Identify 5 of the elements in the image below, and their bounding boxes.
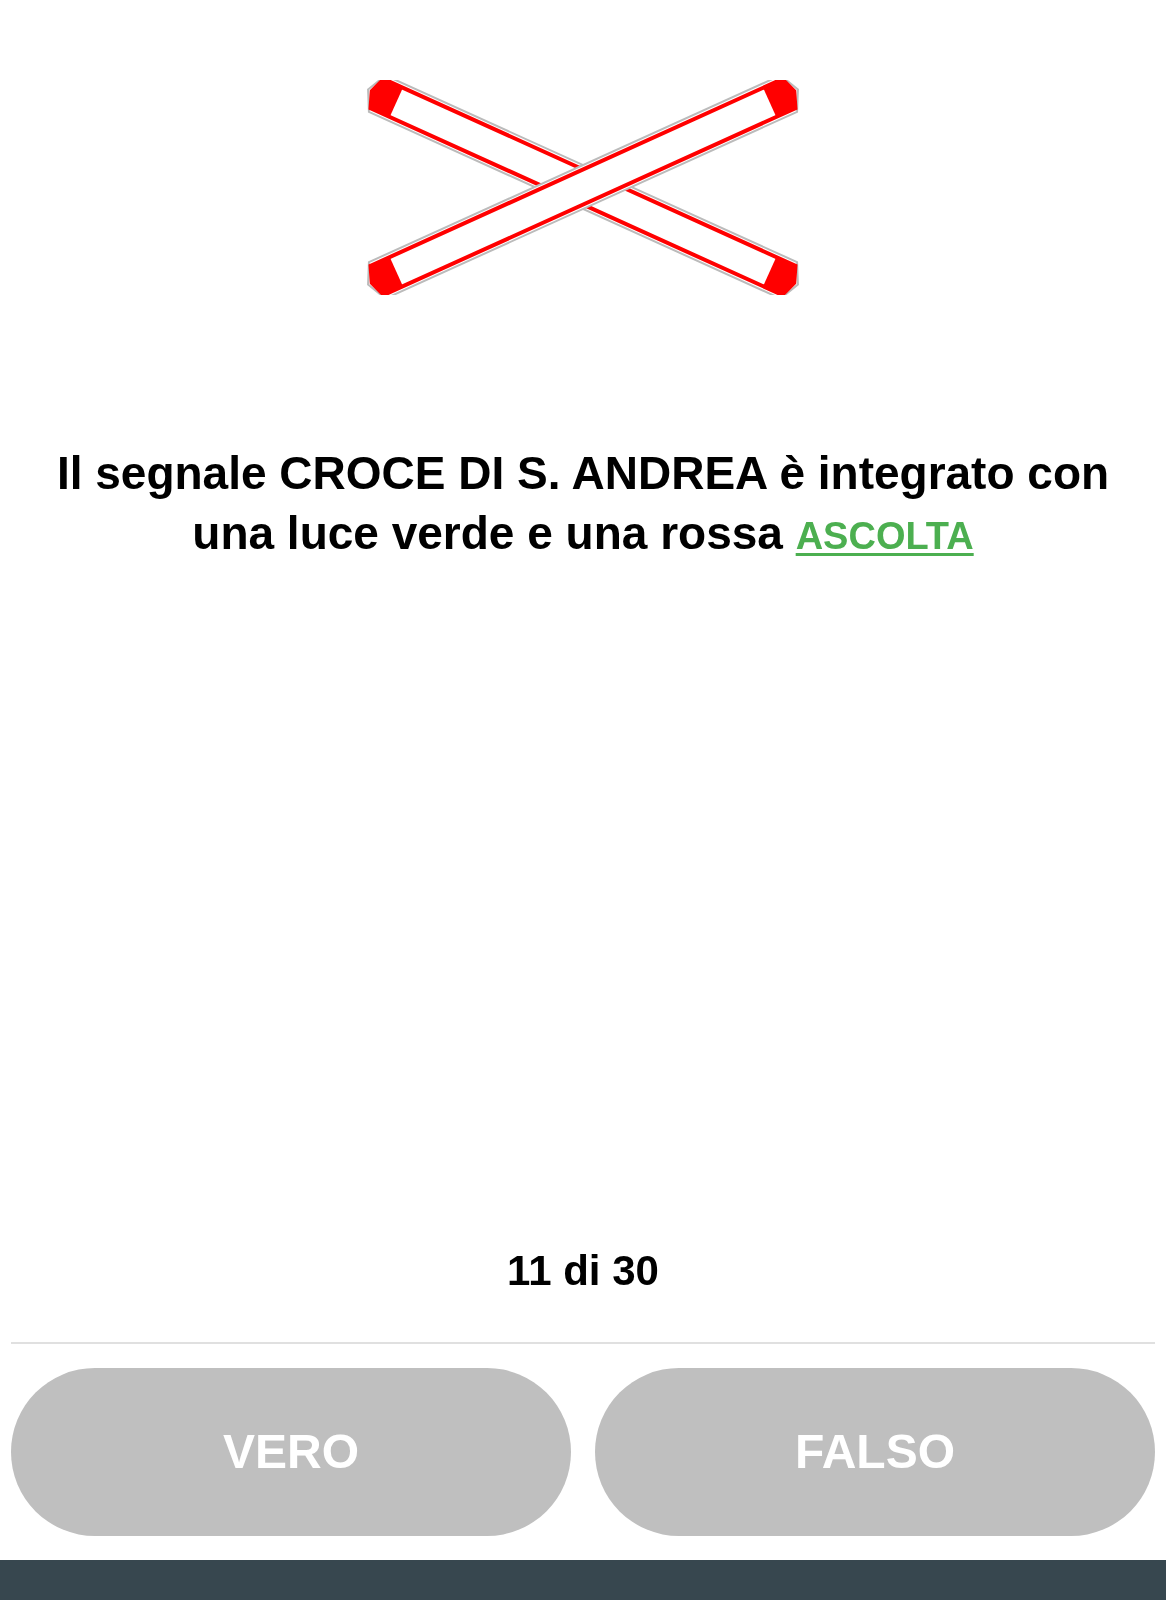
question-text: Il segnale CROCE DI S. ANDREA è integrato con una luce verde e una rossa ASCOLTA	[55, 446, 1111, 561]
progress-counter: 11 di 30	[507, 1246, 659, 1296]
answer-button[interactable]: VERO	[11, 1368, 571, 1536]
answer-button[interactable]: FALSO	[595, 1368, 1155, 1536]
listen-link[interactable]: ASCOLTA	[795, 515, 974, 557]
